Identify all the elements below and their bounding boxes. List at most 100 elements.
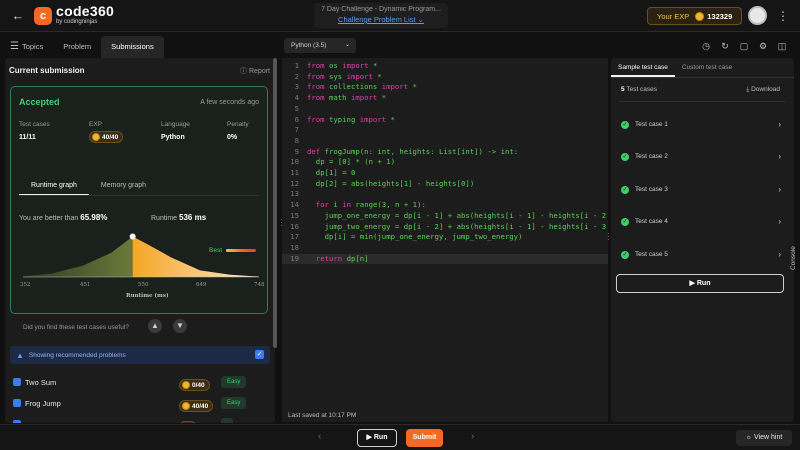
code-line[interactable]: 10 dp = [0] * (n + 1): [282, 157, 608, 168]
gear-icon[interactable]: ⚙: [757, 40, 769, 52]
language-value: Python (3.5): [291, 42, 327, 49]
code-line[interactable]: 1 from os import *: [282, 61, 608, 72]
code-line[interactable]: 11 dp[1] = 0: [282, 168, 608, 179]
line-number: 12: [290, 178, 299, 188]
console-toggle[interactable]: Console: [790, 230, 800, 270]
code-editor[interactable]: 1 from os import * 2 from sys import * 3 from…: [282, 58, 608, 422]
code-line[interactable]: 13: [282, 189, 608, 200]
area-fast-segment: [132, 236, 259, 277]
check-circle-icon: ✓: [621, 186, 629, 194]
checkbox-checked-icon[interactable]: ✓: [255, 350, 264, 359]
exp-badge[interactable]: Your EXP 132329: [647, 7, 742, 25]
language-select[interactable]: Python (3.5) ⌄: [284, 38, 356, 53]
code-text: dp = [0] * (n + 1): [315, 157, 396, 167]
code-line[interactable]: 7: [282, 125, 608, 136]
code-text: dp[i] = min(jump_one_energy, jump_two_en…: [324, 232, 523, 242]
previous-arrow-icon[interactable]: ‹: [318, 431, 321, 442]
challenge-problem-list-link[interactable]: Challenge Problem List ⌄: [314, 15, 448, 24]
logo[interactable]: c code360 by codingninjas: [34, 3, 115, 27]
submit-button[interactable]: Submit: [406, 429, 443, 447]
fullscreen-icon[interactable]: ▢: [738, 40, 750, 52]
tab-custom-test-case[interactable]: Custom test case: [675, 58, 739, 77]
stat-value: 0%: [227, 134, 238, 141]
view-hint-button[interactable]: ☼ View hint: [736, 430, 792, 446]
code-line[interactable]: 8: [282, 136, 608, 147]
left-tabs: ☰ Topics Problem Submissions: [0, 36, 282, 58]
tab-submissions[interactable]: Submissions: [101, 36, 164, 58]
logo-name: code360: [56, 3, 115, 19]
line-number: 17: [290, 232, 299, 242]
code-text: dp[2] = abs(heights[1] - heights[0]): [315, 178, 475, 188]
avatar[interactable]: [748, 6, 767, 25]
submission-panel: Current submission ⓘ Report Accepted A f…: [5, 58, 275, 423]
code-line[interactable]: 3 from collections import *: [282, 82, 608, 93]
run-tests-button[interactable]: ▶ Run: [616, 274, 784, 293]
line-number: 14: [290, 200, 299, 210]
left-scrollbar[interactable]: [273, 58, 277, 348]
challenge-selector[interactable]: 7 Day Challenge - Dynamic Program... Cha…: [314, 3, 448, 28]
line-number: 15: [290, 210, 299, 220]
tab-problem-label: Problem: [63, 42, 92, 51]
check-circle-icon: ✓: [621, 218, 629, 226]
play-icon: ▶: [366, 434, 372, 441]
hamburger-menu-icon[interactable]: ⋮: [776, 8, 790, 24]
recommended-banner[interactable]: ▲ Showing recommended problems ✓: [10, 346, 270, 364]
runtime-value: 536 ms: [179, 213, 207, 222]
current-submission-title: Current submission: [9, 66, 85, 75]
problem-name[interactable]: Two Sum: [25, 378, 56, 387]
refresh-icon[interactable]: ↻: [719, 40, 731, 52]
code-line[interactable]: 2 from sys import *: [282, 72, 608, 83]
last-saved: Last saved at 10:17 PM: [288, 412, 357, 419]
tab-sample-test-case[interactable]: Sample test case: [611, 58, 675, 77]
code-line[interactable]: 4 from math import *: [282, 93, 608, 104]
tab-memory-graph[interactable]: Memory graph: [89, 178, 158, 196]
problem-icon: [13, 420, 21, 423]
next-arrow-icon[interactable]: ›: [471, 431, 474, 442]
tab-problem[interactable]: Problem: [53, 36, 101, 58]
download-icon: ⤓: [746, 86, 750, 93]
code-line[interactable]: 14 for i in range(3, n + 1):: [282, 200, 608, 211]
problem-name[interactable]: Frog Jump: [25, 399, 61, 408]
test-case-row[interactable]: ✓ Test case 4 ›: [621, 216, 781, 228]
resize-handle-icon[interactable]: · · ·: [280, 216, 283, 230]
code-line[interactable]: 6 from typing import *: [282, 115, 608, 126]
code-line[interactable]: 12 dp[2] = abs(heights[1] - heights[0]): [282, 179, 608, 190]
list-item[interactable]: [13, 418, 268, 423]
list-item[interactable]: Two Sum 0/40 Easy: [13, 376, 268, 391]
x-tick-label: 748: [254, 282, 265, 288]
x-axis-label: Runtime (ms): [126, 293, 169, 299]
resize-handle-icon[interactable]: · · ·: [607, 230, 610, 244]
thumbs-up-icon[interactable]: ▲: [148, 319, 162, 333]
code-line[interactable]: 16 jump_two_energy = dp[i - 2] + abs(hei…: [282, 222, 608, 233]
test-case-row[interactable]: ✓ Test case 1 ›: [621, 119, 781, 131]
list-item[interactable]: Frog Jump 40/40 Easy: [13, 397, 268, 412]
tab-topics[interactable]: ☰ Topics: [0, 36, 53, 58]
code-line[interactable]: 18: [282, 243, 608, 254]
test-case-row[interactable]: ✓ Test case 2 ›: [621, 151, 781, 163]
problem-icon: [13, 378, 21, 386]
tab-topics-label: Topics: [21, 42, 44, 51]
code-text: return dp[n]: [315, 253, 369, 263]
code-line[interactable]: 9 def frogJump(n: int, heights: List[int]…: [282, 147, 608, 158]
report-button[interactable]: ⓘ Report: [240, 66, 270, 76]
code-text: from typing import *: [307, 114, 395, 124]
chevron-right-icon: ›: [778, 120, 781, 129]
panel-toggle-icon[interactable]: ◫: [776, 40, 788, 52]
back-arrow-icon[interactable]: ←: [10, 8, 26, 24]
timer-icon[interactable]: ◷: [700, 40, 712, 52]
test-case-row[interactable]: ✓ Test case 5 ›: [621, 249, 781, 261]
problem-exp: 0/40: [192, 381, 205, 389]
test-case-row[interactable]: ✓ Test case 3 ›: [621, 184, 781, 196]
code-line[interactable]: 15 jump_one_energy = dp[i - 1] + abs(hei…: [282, 211, 608, 222]
code-line[interactable]: 19 return dp[n]: [282, 253, 608, 265]
chevron-right-icon: ›: [778, 217, 781, 226]
run-button[interactable]: ▶ Run: [357, 429, 397, 447]
thumbs-down-icon[interactable]: ▼: [173, 319, 187, 333]
tab-runtime-graph[interactable]: Runtime graph: [19, 178, 89, 196]
exp-pill: 40/40: [89, 131, 124, 143]
code-text: jump_two_energy = dp[i - 2] + abs(height…: [324, 221, 607, 231]
code-line[interactable]: 17 dp[i] = min(jump_one_energy, jump_two…: [282, 232, 608, 243]
download-button[interactable]: ⤓ Download: [746, 86, 780, 94]
runtime-label: Runtime: [151, 215, 178, 222]
code-line[interactable]: 5: [282, 104, 608, 115]
